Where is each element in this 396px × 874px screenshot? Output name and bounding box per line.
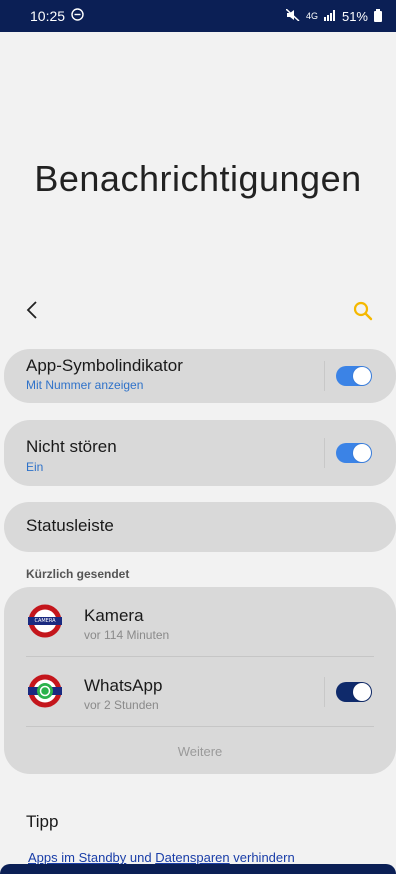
- whatsapp-app-icon: [28, 674, 62, 708]
- search-icon: [353, 301, 373, 321]
- setting-subtitle: Ein: [26, 460, 44, 474]
- recent-apps-card: CAMERA Kamera vor 114 Minuten WhatsApp v…: [4, 587, 396, 774]
- divider: [324, 361, 325, 391]
- setting-title: Statusleiste: [26, 516, 114, 535]
- do-not-disturb-setting[interactable]: Nicht stören Ein: [4, 420, 396, 486]
- recent-app-whatsapp[interactable]: WhatsApp vor 2 Stunden: [4, 657, 396, 725]
- page-title: Benachrichtigungen: [34, 158, 362, 199]
- network-type: 4G: [305, 11, 318, 21]
- divider: [324, 677, 325, 707]
- status-bar: 10:25 4G 51%: [0, 0, 396, 32]
- dnd-icon: [71, 8, 84, 24]
- setting-title: Nicht stören: [26, 437, 117, 456]
- whatsapp-notification-toggle[interactable]: [336, 682, 372, 702]
- data-saving-link[interactable]: Datensparen: [155, 850, 229, 865]
- battery-icon: [374, 8, 382, 22]
- recent-section-label: Kürzlich gesendet: [26, 567, 130, 581]
- search-button[interactable]: [352, 300, 374, 322]
- navigation-bar: [0, 864, 396, 874]
- status-bar-setting[interactable]: Statusleiste: [4, 502, 396, 552]
- signal-icon: [323, 9, 336, 24]
- status-time: 10:25: [30, 8, 66, 24]
- mute-icon: [285, 7, 300, 24]
- more-button[interactable]: Weitere: [4, 744, 396, 759]
- tip-title: Tipp: [26, 812, 59, 831]
- app-name: WhatsApp: [84, 676, 163, 695]
- back-button[interactable]: [26, 300, 38, 326]
- app-icon-badge-toggle[interactable]: [336, 366, 372, 386]
- divider: [324, 438, 325, 468]
- chevron-left-icon: [26, 301, 37, 319]
- app-time: vor 114 Minuten: [84, 628, 170, 642]
- tip-text: Apps im Standby und Datensparen verhinde…: [28, 850, 295, 865]
- recent-app-kamera[interactable]: CAMERA Kamera vor 114 Minuten: [4, 587, 396, 655]
- battery-level: 51%: [341, 8, 368, 24]
- do-not-disturb-toggle[interactable]: [336, 443, 372, 463]
- apps-standby-link[interactable]: Apps im Standby: [28, 850, 126, 865]
- setting-subtitle: Mit Nummer anzeigen: [26, 378, 144, 392]
- camera-icon-text: CAMERA: [34, 618, 56, 624]
- camera-app-icon: CAMERA: [28, 604, 62, 638]
- app-name: Kamera: [84, 606, 144, 625]
- setting-title: App-Symbolindikator: [26, 356, 183, 375]
- app-icon-badge-setting[interactable]: App-Symbolindikator Mit Nummer anzeigen: [4, 349, 396, 403]
- app-time: vor 2 Stunden: [84, 698, 159, 712]
- divider: [26, 726, 374, 727]
